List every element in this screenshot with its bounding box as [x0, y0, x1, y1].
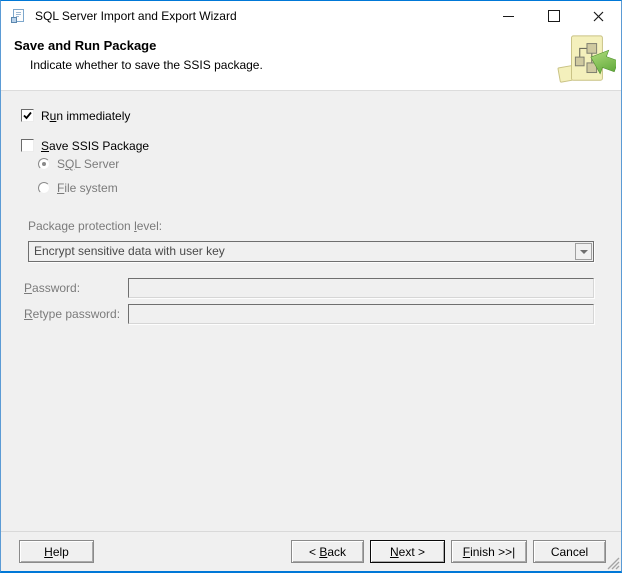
help-button[interactable]: Help — [19, 540, 94, 563]
window-title: SQL Server Import and Export Wizard — [35, 1, 237, 31]
label-part: Cancel — [551, 545, 588, 559]
retype-password-input — [128, 304, 594, 324]
checkmark-icon — [22, 110, 33, 121]
label-part: S — [57, 157, 65, 171]
label-part: evel: — [137, 219, 162, 233]
wizard-body: Run immediately Save SSIS Package SQL Se… — [1, 91, 621, 531]
label-part: ave SSIS Package — [49, 139, 149, 153]
maximize-button[interactable] — [531, 1, 576, 31]
label-part: R — [24, 307, 33, 321]
title-bar: SQL Server Import and Export Wizard — [1, 1, 621, 31]
label-part: n immediately — [56, 109, 130, 123]
close-icon — [593, 11, 604, 22]
minimize-button[interactable] — [486, 1, 531, 31]
label-part: N — [390, 545, 399, 559]
package-protection-dropdown: Encrypt sensitive data with user key — [28, 241, 594, 262]
label-part: ile system — [64, 181, 117, 195]
password-label: Password: — [24, 281, 80, 295]
dropdown-selected-value: Encrypt sensitive data with user key — [34, 242, 225, 261]
label-part: < — [309, 545, 319, 559]
label-part: elp — [53, 545, 69, 559]
wizard-header: Save and Run Package Indicate whether to… — [1, 31, 621, 91]
button-bar: Help < Back Next > Finish >>| Cancel — [1, 532, 621, 571]
label-part: F — [463, 545, 470, 559]
next-button[interactable]: Next > — [370, 540, 445, 563]
wizard-window: SQL Server Import and Export Wizard Save… — [0, 0, 622, 573]
finish-button[interactable]: Finish >>| — [451, 540, 527, 563]
save-ssis-package-label[interactable]: Save SSIS Package — [41, 139, 149, 153]
password-input — [128, 278, 594, 298]
sql-server-label: SQL Server — [57, 157, 119, 171]
chevron-down-icon — [580, 250, 588, 254]
app-icon[interactable] — [10, 8, 26, 24]
label-part: L Server — [74, 157, 119, 171]
wizard-app-icon — [10, 8, 26, 24]
run-immediately-checkbox[interactable] — [21, 109, 34, 122]
screen: SQL Server Import and Export Wizard Save… — [0, 0, 622, 573]
close-button[interactable] — [576, 1, 621, 31]
radio-dot — [42, 162, 46, 166]
caption-buttons — [486, 1, 621, 31]
retype-password-label: Retype password: — [24, 307, 120, 321]
maximize-icon — [548, 10, 560, 22]
package-protection-label: Package protection level: — [28, 219, 162, 233]
dropdown-arrow-button — [575, 243, 592, 260]
save-ssis-package-checkbox[interactable] — [21, 139, 34, 152]
resize-grip[interactable] — [605, 555, 620, 570]
page-subtitle: Indicate whether to save the SSIS packag… — [30, 58, 263, 72]
label-part: ack — [327, 545, 346, 559]
label-part: R — [41, 109, 50, 123]
cancel-button[interactable]: Cancel — [533, 540, 606, 563]
back-button[interactable]: < Back — [291, 540, 364, 563]
minimize-icon — [503, 16, 514, 17]
file-system-label: File system — [57, 181, 118, 195]
label-part: Q — [65, 157, 74, 171]
ssis-package-icon — [556, 32, 616, 88]
label-part: P — [24, 281, 32, 295]
label-part: etype password: — [33, 307, 120, 321]
run-immediately-label[interactable]: Run immediately — [41, 109, 130, 123]
file-system-radio — [38, 182, 50, 194]
label-part: assword: — [32, 281, 80, 295]
label-part: Package protection — [28, 219, 134, 233]
label-part: H — [44, 545, 53, 559]
sql-server-radio — [38, 158, 50, 170]
label-part: S — [41, 139, 49, 153]
label-part: ext > — [399, 545, 425, 559]
page-title: Save and Run Package — [14, 38, 156, 53]
label-part: inish >>| — [470, 545, 515, 559]
